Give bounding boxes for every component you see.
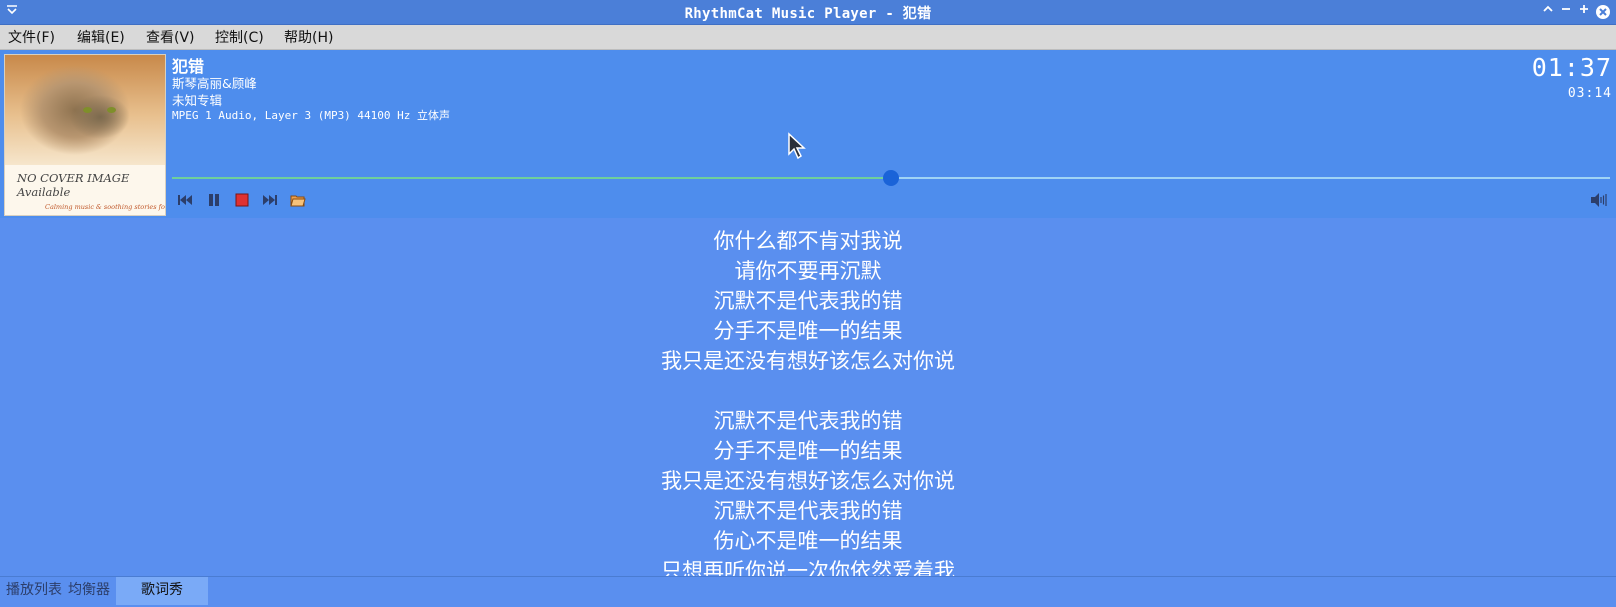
lyric-line: 分手不是唯一的结果 <box>713 319 903 343</box>
album-cover: NO COVER IMAGE Available Calming music &… <box>4 54 166 216</box>
tab-equalizer[interactable]: 均衡器 <box>64 577 114 605</box>
shade-icon[interactable] <box>1540 3 1556 19</box>
maximize-icon[interactable] <box>1576 3 1592 19</box>
lyrics-panel[interactable]: 你什么都不肯对我说 请你不要再沉默 沉默不是代表我的错 分手不是唯一的结果我只是还没有… <box>0 218 1616 576</box>
lyric-line: 沉默不是代表我的错 <box>713 289 903 313</box>
lyric-line: 我只是还没有想好该怎么对你说 <box>661 469 955 493</box>
no-cover-line1: NO COVER IMAGE <box>17 171 130 185</box>
menu-help[interactable]: 帮助(H) <box>284 27 333 47</box>
no-cover-text: NO COVER IMAGE Available <box>17 171 129 199</box>
volume-icon[interactable] <box>1589 191 1607 209</box>
bottom-tab-bar: 播放列表 均衡器 歌词秀 <box>0 576 1616 607</box>
skip-back-icon[interactable] <box>176 191 194 209</box>
pause-icon[interactable] <box>205 191 223 209</box>
lyric-line: 我只是还没有想好该怎么对你说 <box>661 349 955 373</box>
minimize-icon[interactable] <box>1558 3 1574 19</box>
lyric-line: 只想再听你说一次你依然爱着我 <box>661 559 955 576</box>
title-bar: RhythmCat Music Player - 犯错 <box>0 0 1616 25</box>
skip-forward-icon[interactable] <box>261 191 279 209</box>
lyric-line: 分手不是唯一的结果 <box>713 439 903 463</box>
tab-playlist[interactable]: 播放列表 <box>2 577 66 605</box>
time-elapsed: 01:37 <box>1531 53 1612 82</box>
menu-file[interactable]: 文件(F) <box>8 27 55 47</box>
track-format: MPEG 1 Audio, Layer 3 (MP3) 44100 Hz 立体声 <box>172 109 451 122</box>
cat-eye-left <box>83 107 92 113</box>
tab-lyrics-show[interactable]: 歌词秀 <box>116 577 208 605</box>
menu-control[interactable]: 控制(C) <box>215 27 264 47</box>
folder-open-icon[interactable] <box>289 191 307 209</box>
lyrics-list: 你什么都不肯对我说 请你不要再沉默 沉默不是代表我的错 分手不是唯一的结果我只是还没有… <box>0 218 1616 576</box>
now-playing-panel: NO COVER IMAGE Available Calming music &… <box>0 50 1616 218</box>
lyric-line: 伤心不是唯一的结果 <box>713 529 903 553</box>
seek-bar-fill <box>172 177 891 179</box>
lyric-line: 沉默不是代表我的错 <box>713 499 903 523</box>
close-icon[interactable] <box>1596 5 1610 19</box>
lyric-line: 请你不要再沉默 <box>734 259 882 283</box>
menu-view[interactable]: 查看(V) <box>146 27 195 47</box>
cat-eye-right <box>107 107 116 113</box>
seek-bar[interactable] <box>172 170 1610 186</box>
seek-handle[interactable] <box>883 170 899 186</box>
menu-bar: 文件(F) 编辑(E) 查看(V) 控制(C) 帮助(H) <box>0 25 1616 50</box>
no-cover-line2: Available <box>17 185 71 199</box>
window-title: RhythmCat Music Player - 犯错 <box>684 6 932 22</box>
menu-edit[interactable]: 编辑(E) <box>77 27 125 47</box>
cover-tagline: Calming music & soothing stories for you… <box>45 203 165 211</box>
time-total: 03:14 <box>1567 86 1612 101</box>
lyric-line <box>0 376 1616 406</box>
lyric-line: 沉默不是代表我的错 <box>713 409 903 433</box>
lyric-line: 你什么都不肯对我说 <box>713 229 903 253</box>
stop-icon[interactable] <box>233 191 251 209</box>
